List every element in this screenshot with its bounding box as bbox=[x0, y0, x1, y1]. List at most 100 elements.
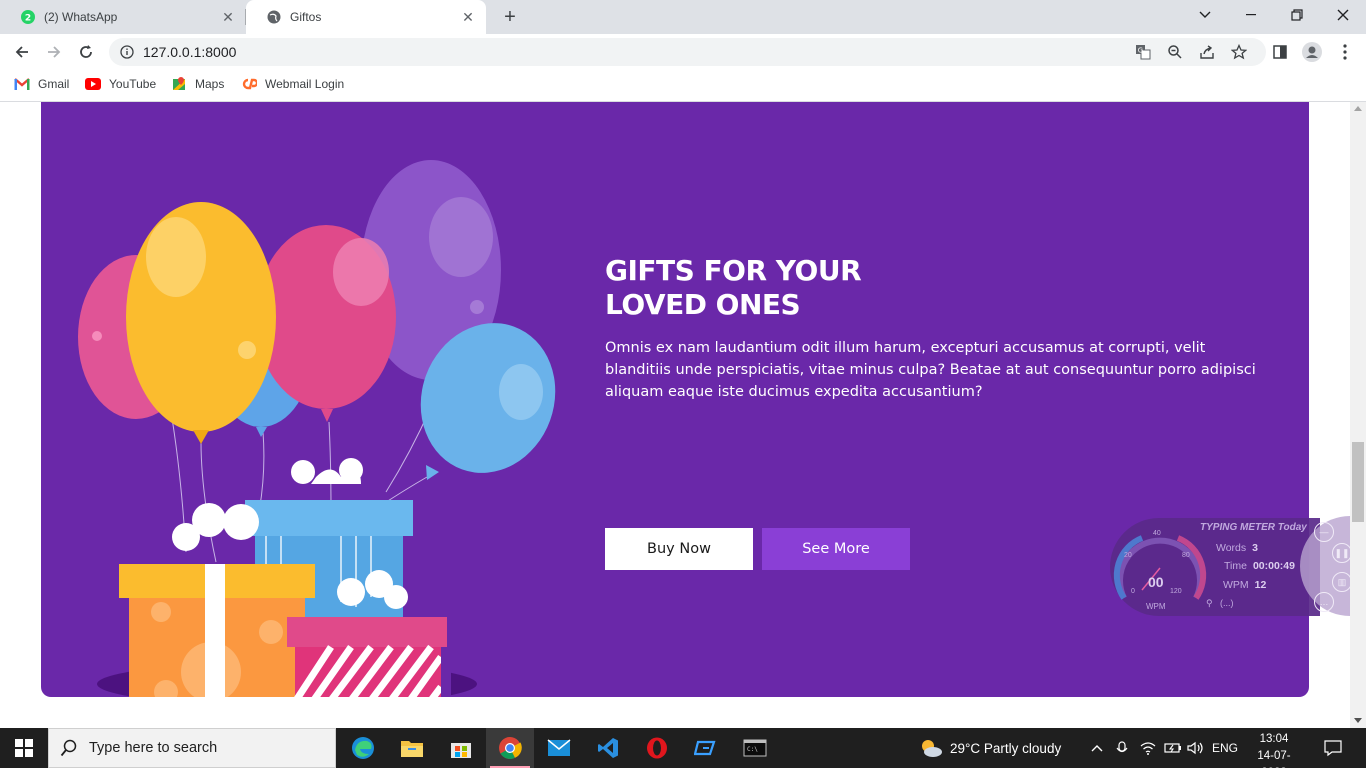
browser-toolbar: 127.0.0.1:8000 G bbox=[0, 34, 1366, 70]
battery-charging-icon bbox=[1164, 743, 1181, 753]
svg-text:C:\: C:\ bbox=[747, 746, 758, 753]
maps-icon bbox=[171, 76, 187, 92]
bookmark-label: YouTube bbox=[109, 77, 157, 91]
typing-meter-widget[interactable]: 0 20 40 80 120 00 WPM TYPING METER Today… bbox=[1110, 516, 1350, 616]
taskbar-vscode[interactable] bbox=[584, 728, 632, 768]
translate-icon[interactable]: G bbox=[1135, 44, 1151, 60]
bookmarks-bar: Gmail YouTube Maps Webmail Login bbox=[0, 70, 1366, 98]
scroll-thumb[interactable] bbox=[1352, 442, 1364, 522]
menu-kebab-icon[interactable] bbox=[1335, 42, 1355, 62]
words-stat: Words 3 bbox=[1216, 542, 1258, 554]
gauge-tick: 0 bbox=[1131, 588, 1135, 595]
taskbar-terminal[interactable]: C:\ bbox=[731, 728, 779, 768]
time-label: Time bbox=[1224, 560, 1247, 572]
chevron-down-icon bbox=[1199, 11, 1211, 18]
taskbar-chrome[interactable] bbox=[486, 728, 534, 768]
buy-now-button[interactable]: Buy Now bbox=[605, 528, 753, 570]
see-more-button[interactable]: See More bbox=[762, 528, 910, 570]
scroll-down-arrow-icon[interactable] bbox=[1354, 718, 1362, 723]
taskbar-mail[interactable] bbox=[535, 728, 583, 768]
restore-button[interactable] bbox=[1274, 0, 1320, 30]
gauge-unit: WPM bbox=[1146, 602, 1166, 611]
show-hidden-icons-button[interactable] bbox=[1090, 728, 1104, 768]
notifications-button[interactable] bbox=[1324, 728, 1342, 768]
page-viewport: GIFTS FOR YOUR LOVED ONES Omnis ex nam l… bbox=[0, 102, 1350, 728]
close-window-button[interactable] bbox=[1320, 0, 1366, 30]
gauge-tick: 40 bbox=[1153, 530, 1161, 537]
taskbar-remote-app[interactable] bbox=[682, 728, 730, 768]
taskbar-opera[interactable] bbox=[633, 728, 681, 768]
typing-meter-footer: (...) bbox=[1220, 598, 1234, 608]
tray-meet-icon[interactable] bbox=[1114, 728, 1130, 768]
page-scrollbar[interactable] bbox=[1350, 102, 1366, 728]
reload-button[interactable] bbox=[74, 40, 98, 64]
wifi-icon bbox=[1140, 742, 1156, 755]
typing-meter-panel: 0 20 40 80 120 00 WPM TYPING METER Today… bbox=[1110, 518, 1320, 616]
start-button[interactable] bbox=[0, 728, 48, 768]
bookmark-gmail[interactable]: Gmail bbox=[14, 76, 69, 92]
chrome-icon bbox=[499, 737, 522, 759]
wpm-value: 12 bbox=[1254, 579, 1267, 591]
taskbar-file-explorer[interactable] bbox=[388, 728, 436, 768]
info-icon[interactable] bbox=[119, 44, 135, 60]
side-panel-icon[interactable] bbox=[1270, 42, 1290, 62]
taskbar-store[interactable] bbox=[437, 728, 485, 768]
clock-date: 14-07-2023 bbox=[1257, 750, 1291, 768]
profile-avatar[interactable] bbox=[1302, 42, 1322, 62]
whatsapp-icon: 2 bbox=[20, 9, 36, 25]
clock-time: 13:04 bbox=[1259, 733, 1289, 745]
weather-widget[interactable]: 29°C Partly cloudy bbox=[918, 728, 1061, 768]
language-indicator[interactable]: ENG bbox=[1212, 728, 1238, 768]
time-value: 00:00:49 bbox=[1252, 560, 1295, 572]
wpm-label: WPM bbox=[1223, 579, 1249, 591]
gauge-value: 00 bbox=[1148, 574, 1164, 590]
bookmark-star-icon[interactable] bbox=[1231, 44, 1247, 60]
windows-taskbar: Type here to search C:\ 29°C Partly clou… bbox=[0, 728, 1366, 768]
tab-whatsapp[interactable]: 2 (2) WhatsApp ✕ bbox=[0, 0, 246, 34]
tab-title: Giftos bbox=[290, 10, 322, 24]
tab-giftos[interactable]: Giftos ✕ bbox=[246, 0, 486, 34]
bookmark-maps[interactable]: Maps bbox=[171, 76, 224, 92]
close-tab-icon[interactable]: ✕ bbox=[460, 9, 476, 25]
bookmark-label: Maps bbox=[195, 77, 225, 91]
address-bar[interactable]: 127.0.0.1:8000 G bbox=[109, 38, 1266, 66]
taskbar-clock[interactable]: 13:04 14-07-2023 bbox=[1246, 731, 1302, 768]
share-icon[interactable] bbox=[1199, 44, 1215, 60]
close-tab-icon[interactable]: ✕ bbox=[220, 9, 236, 25]
new-tab-button[interactable]: + bbox=[498, 5, 522, 29]
taskbar-search-box[interactable]: Type here to search bbox=[48, 728, 336, 768]
search-placeholder: Type here to search bbox=[89, 740, 218, 756]
mail-icon bbox=[547, 739, 571, 756]
more-icon[interactable]: … bbox=[1314, 592, 1334, 612]
speaker-icon bbox=[1187, 741, 1203, 755]
bookmark-webmail-login[interactable]: Webmail Login bbox=[241, 76, 344, 92]
gauge-tick: 20 bbox=[1124, 552, 1132, 559]
minimize-button[interactable] bbox=[1228, 0, 1274, 30]
stats-icon[interactable]: ▥ bbox=[1332, 572, 1350, 592]
gifts-balloons-illustration bbox=[78, 160, 556, 697]
hero-description: Omnis ex nam laudantium odit illum harum… bbox=[605, 340, 1256, 400]
bookmark-label: Webmail Login bbox=[265, 77, 345, 91]
tray-battery-icon[interactable] bbox=[1164, 728, 1182, 768]
tray-volume-icon[interactable] bbox=[1187, 728, 1205, 768]
tab-search-button[interactable] bbox=[1182, 0, 1228, 30]
reload-icon bbox=[80, 45, 92, 58]
remote-desktop-icon bbox=[694, 740, 716, 756]
tray-network-icon[interactable] bbox=[1140, 728, 1156, 768]
hero-title-line-2: LOVED ONES bbox=[605, 288, 801, 321]
minimize-icon[interactable]: — bbox=[1314, 522, 1334, 542]
opera-icon bbox=[647, 737, 667, 759]
zoom-icon[interactable] bbox=[1167, 44, 1183, 60]
back-button[interactable] bbox=[10, 40, 34, 64]
forward-button[interactable] bbox=[42, 40, 66, 64]
terminal-icon: C:\ bbox=[743, 739, 767, 757]
url-text: 127.0.0.1:8000 bbox=[143, 44, 237, 60]
windows-logo-icon bbox=[15, 739, 33, 757]
pause-icon[interactable]: ❚❚ bbox=[1332, 543, 1350, 563]
svg-text:2: 2 bbox=[25, 14, 31, 24]
scroll-up-arrow-icon[interactable] bbox=[1354, 106, 1362, 111]
vscode-icon bbox=[598, 738, 618, 758]
folder-icon bbox=[401, 741, 423, 757]
taskbar-edge[interactable] bbox=[339, 728, 387, 768]
bookmark-youtube[interactable]: YouTube bbox=[85, 76, 156, 92]
